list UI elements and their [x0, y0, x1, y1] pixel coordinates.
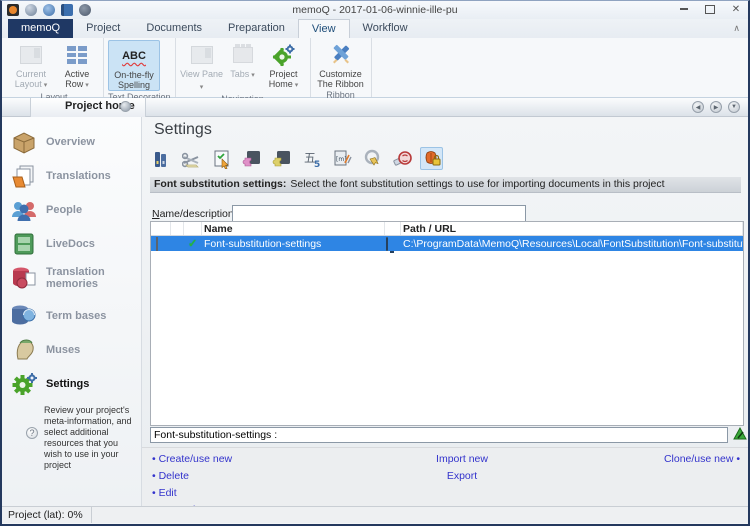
row-path: C:\ProgramData\MemoQ\Resources\Local\Fon… — [401, 238, 743, 250]
nav-forward-icon[interactable]: ▶ — [710, 101, 722, 113]
local-resource-icon — [386, 237, 388, 251]
sidebar-item-people[interactable]: People — [2, 193, 141, 227]
tm-settings-icon[interactable] — [240, 147, 263, 170]
export-path-rules-icon[interactable] — [360, 147, 383, 170]
segmentation-rules-icon[interactable] — [180, 147, 203, 170]
ignore-lists-icon[interactable] — [390, 147, 413, 170]
clone-use-new-link[interactable]: Clone/use new — [664, 453, 740, 465]
minimize-button[interactable] — [676, 2, 692, 16]
sidebar: Overview Translations People — [2, 117, 142, 506]
crossed-pencils-icon — [329, 42, 353, 68]
non-translatable-lists-icon[interactable]: [m] — [330, 147, 353, 170]
settings-description: Review your project's meta-information, … — [44, 405, 138, 471]
status-bar: Project (lat): 0% — [2, 506, 748, 523]
row-checkbox[interactable] — [156, 237, 158, 251]
box-icon — [10, 129, 38, 155]
cabinet-icon — [10, 231, 38, 257]
maximize-button[interactable] — [702, 2, 718, 16]
general-settings-icon[interactable] — [150, 147, 173, 170]
window-title: memoQ - 2017-01-06-winnie-ille-pu — [2, 4, 748, 16]
sidebar-item-livedocs[interactable]: LiveDocs — [2, 227, 141, 261]
tab-project[interactable]: Project — [73, 19, 133, 38]
delete-link[interactable]: Delete — [152, 470, 232, 482]
sidebar-item-muses[interactable]: Muses — [2, 333, 141, 367]
settings-category-toolbar: 五5 [m] — [150, 147, 443, 170]
abc-spellcheck-icon: ABC — [122, 43, 146, 69]
tab-documents[interactable]: Documents — [133, 19, 215, 38]
band-title: Font substitution settings: — [154, 178, 286, 190]
edit-link[interactable]: Edit — [152, 487, 232, 499]
collapse-ribbon-icon[interactable]: ∧ — [733, 23, 740, 34]
tabs-icon — [233, 42, 253, 68]
tm-database-icon — [10, 265, 38, 291]
category-description-band: Font substitution settings: Select the fo… — [150, 177, 741, 193]
view-pane-icon — [191, 42, 213, 68]
project-home-button[interactable]: Project Home — [262, 40, 306, 91]
ribbon-group-text-decoration: ABC On-the-fly Spelling Text Decoration — [104, 38, 176, 97]
validate-icon[interactable] — [733, 426, 748, 441]
column-header-name[interactable]: Name — [202, 222, 385, 235]
settings-pane: Settings 五5 — [142, 117, 748, 506]
grid-rows-icon — [67, 42, 87, 68]
view-pane-button[interactable]: View Pane — [180, 40, 224, 93]
termbase-database-icon — [10, 303, 38, 329]
active-row-button[interactable]: Active Row — [55, 40, 99, 91]
selected-resource-input[interactable] — [150, 427, 728, 443]
title-bar: memoQ - 2017-01-06-winnie-ille-pu ✕ — [2, 1, 748, 19]
table-header: Name Path / URL — [151, 222, 743, 236]
nav-dropdown-icon[interactable]: ▼ — [728, 101, 740, 113]
nav-back-icon[interactable]: ◀ — [692, 101, 704, 113]
ribbon: Current Layout Active Row Layout ABC On-… — [2, 38, 748, 98]
band-text: Select the font substitution settings to… — [290, 178, 664, 190]
tab-workflow[interactable]: Workflow — [350, 19, 421, 38]
sidebar-item-term-bases[interactable]: Term bases — [2, 299, 141, 333]
table-row[interactable]: ✓ Font-substitution-settings C:\ProgramD… — [151, 236, 743, 251]
ribbon-group-ribbon: Customize The Ribbon Ribbon — [311, 38, 372, 97]
tab-memoq[interactable]: memoQ — [8, 19, 73, 38]
tab-preparation[interactable]: Preparation — [215, 19, 298, 38]
auto-translation-rules-icon[interactable]: 五5 — [300, 147, 323, 170]
commands-area: Create/use new Delete Edit Properties Im… — [142, 447, 748, 506]
sidebar-item-overview[interactable]: Overview — [2, 125, 141, 159]
close-button[interactable]: ✕ — [728, 2, 744, 16]
qa-settings-icon[interactable] — [210, 147, 233, 170]
import-new-link[interactable]: Import new — [402, 453, 522, 465]
page-title: Settings — [154, 121, 212, 139]
sphere-icon[interactable] — [120, 101, 131, 112]
svg-text:5: 5 — [314, 160, 320, 169]
on-the-fly-spelling-button[interactable]: ABC On-the-fly Spelling — [108, 40, 160, 91]
ribbon-group-navigation: View Pane Tabs — [176, 38, 311, 97]
font-substitution-icon[interactable] — [420, 147, 443, 170]
project-home-bar: Project home ◀ ▶ ▼ — [2, 98, 748, 117]
create-use-new-link[interactable]: Create/use new — [152, 453, 232, 465]
sidebar-item-translation-memories[interactable]: Translation memories — [2, 261, 141, 295]
settings-gear-icon — [10, 371, 38, 397]
muse-head-icon — [10, 337, 38, 363]
ribbon-tab-strip: memoQ Project Documents Preparation View… — [2, 19, 748, 38]
livedocs-settings-icon[interactable] — [270, 147, 293, 170]
app-window: memoQ - 2017-01-06-winnie-ille-pu ✕ memo… — [0, 0, 750, 526]
customize-ribbon-button[interactable]: Customize The Ribbon — [315, 40, 367, 89]
tabs-button[interactable]: Tabs — [226, 40, 260, 81]
project-progress-status: Project (lat): 0% — [2, 507, 92, 523]
sidebar-item-translations[interactable]: Translations — [2, 159, 141, 193]
column-header-path[interactable]: Path / URL — [401, 222, 743, 235]
people-icon — [10, 197, 38, 223]
row-name: Font-substitution-settings — [202, 238, 385, 250]
green-gear-icon — [272, 42, 296, 68]
help-question-icon: ? — [26, 427, 38, 439]
layout-pane-icon — [20, 42, 42, 68]
sidebar-item-settings[interactable]: Settings — [2, 367, 141, 401]
current-layout-button[interactable]: Current Layout — [9, 40, 53, 91]
resources-table: Name Path / URL ✓ Font-substitution-sett… — [150, 221, 744, 426]
documents-icon — [10, 163, 38, 189]
check-icon: ✓ — [188, 238, 197, 250]
tab-view[interactable]: View — [298, 19, 350, 38]
name-description-label: Name/description — [152, 208, 234, 220]
ribbon-group-layout: Current Layout Active Row Layout — [5, 38, 104, 97]
name-description-input[interactable] — [232, 205, 526, 222]
export-link[interactable]: Export — [402, 470, 522, 482]
